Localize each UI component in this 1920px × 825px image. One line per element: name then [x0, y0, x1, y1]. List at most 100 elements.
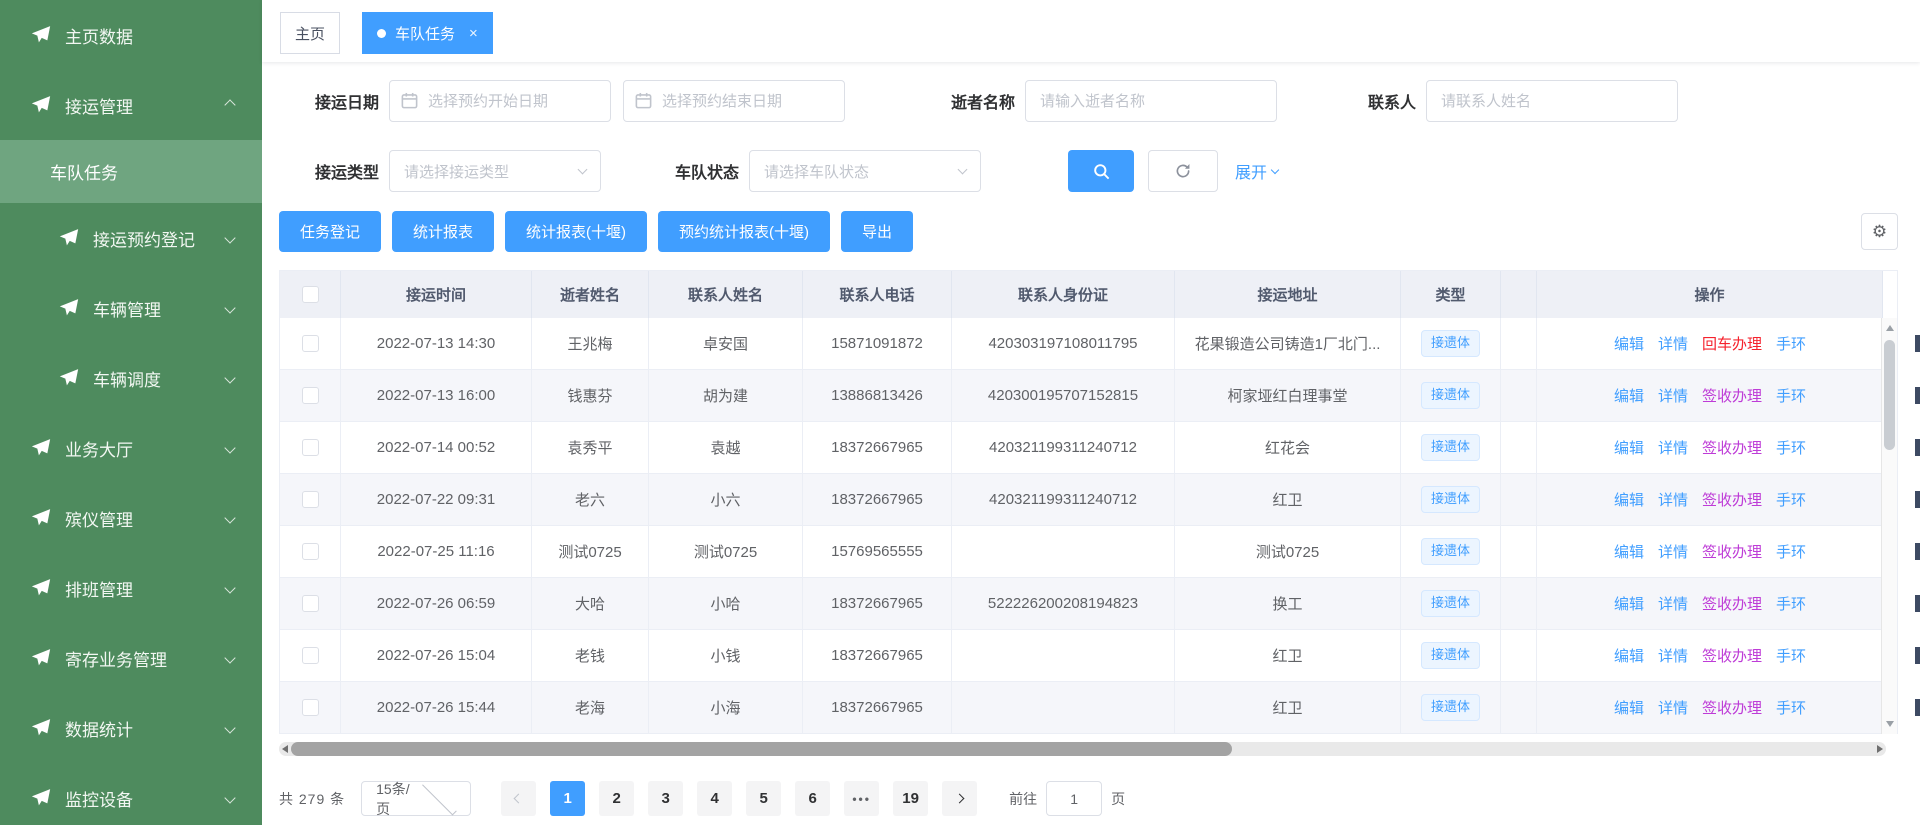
export-button[interactable]: 导出	[841, 211, 913, 252]
row-checkbox[interactable]	[302, 543, 319, 560]
contact-label: 联系人	[1352, 89, 1416, 113]
sign-off-link[interactable]: 签收办理	[1702, 593, 1762, 614]
edit-link[interactable]: 编辑	[1614, 697, 1644, 718]
stats-report-shiyan-button[interactable]: 统计报表(十堰)	[505, 211, 647, 252]
scroll-left-icon[interactable]	[282, 745, 288, 753]
page-button-1[interactable]: 1	[550, 781, 585, 816]
sidebar-item-data-statistics[interactable]: 数据统计	[0, 693, 262, 763]
deceased-name-input[interactable]	[1025, 80, 1277, 122]
sidebar-item-home-data[interactable]: 主页数据	[0, 0, 262, 70]
row-checkbox[interactable]	[302, 491, 319, 508]
refresh-button[interactable]	[1148, 150, 1218, 192]
sidebar-item-vehicle-management[interactable]: 车辆管理	[0, 273, 262, 343]
sidebar-item-vehicle-dispatch[interactable]: 车辆调度	[0, 343, 262, 413]
page-button-4[interactable]: 4	[697, 781, 732, 816]
edit-link[interactable]: 编辑	[1614, 645, 1644, 666]
details-link[interactable]: 详情	[1658, 697, 1688, 718]
deceased-name-cell: 测试0725	[532, 526, 649, 578]
horizontal-scroll-thumb[interactable]	[291, 742, 1232, 756]
sign-off-link[interactable]: 签收办理	[1702, 437, 1762, 458]
sidebar-item-monitoring-devices[interactable]: 监控设备	[0, 763, 262, 825]
return-vehicle-link[interactable]: 回车办理	[1702, 333, 1762, 354]
search-button[interactable]	[1068, 150, 1134, 192]
task-register-button[interactable]: 任务登记	[279, 211, 381, 252]
pickup-time-cell: 2022-07-13 16:00	[341, 370, 532, 422]
page-button-19[interactable]: 19	[893, 781, 928, 816]
pickup-start-date-input[interactable]	[389, 80, 611, 122]
select-all-checkbox[interactable]	[302, 286, 319, 303]
prev-page-button[interactable]	[501, 781, 536, 816]
pickup-type-select[interactable]: 请选择接运类型	[389, 150, 601, 192]
pickup-end-date-input[interactable]	[623, 80, 845, 122]
vertical-scrollbar[interactable]	[1881, 318, 1897, 734]
edit-link[interactable]: 编辑	[1614, 541, 1644, 562]
type-badge: 接遗体	[1421, 538, 1480, 564]
page-size-select[interactable]: 15条/页	[361, 781, 471, 816]
tab-fleet-tasks[interactable]: 车队任务×	[362, 12, 493, 54]
horizontal-scrollbar[interactable]	[279, 742, 1886, 756]
tab-home[interactable]: 主页	[280, 12, 340, 54]
column-settings-button[interactable]: ⚙	[1861, 213, 1898, 250]
details-link[interactable]: 详情	[1658, 541, 1688, 562]
details-link[interactable]: 详情	[1658, 645, 1688, 666]
scroll-down-icon[interactable]	[1886, 721, 1894, 727]
row-checkbox[interactable]	[302, 439, 319, 456]
edit-link[interactable]: 编辑	[1614, 437, 1644, 458]
sidebar-item-label: 数据统计	[65, 716, 133, 741]
row-checkbox[interactable]	[302, 647, 319, 664]
wristband-link[interactable]: 手环	[1776, 437, 1806, 458]
wristband-link[interactable]: 手环	[1776, 645, 1806, 666]
wristband-link[interactable]: 手环	[1776, 385, 1806, 406]
edit-link[interactable]: 编辑	[1614, 489, 1644, 510]
details-link[interactable]: 详情	[1658, 437, 1688, 458]
sign-off-link[interactable]: 签收办理	[1702, 697, 1762, 718]
sign-off-link[interactable]: 签收办理	[1702, 385, 1762, 406]
sidebar-item-transport-management[interactable]: 接运管理	[0, 70, 262, 140]
goto-unit-label: 页	[1111, 789, 1125, 809]
next-page-button[interactable]	[942, 781, 977, 816]
details-link[interactable]: 详情	[1658, 489, 1688, 510]
details-link[interactable]: 详情	[1658, 385, 1688, 406]
sidebar-item-business-hall[interactable]: 业务大厅	[0, 413, 262, 483]
page-button-5[interactable]: 5	[746, 781, 781, 816]
wristband-link[interactable]: 手环	[1776, 541, 1806, 562]
pickup-time-cell: 2022-07-26 15:04	[341, 630, 532, 682]
wristband-link[interactable]: 手环	[1776, 697, 1806, 718]
row-checkbox[interactable]	[302, 335, 319, 352]
wristband-link[interactable]: 手环	[1776, 333, 1806, 354]
stats-report-button[interactable]: 统计报表	[392, 211, 494, 252]
page-button-2[interactable]: 2	[599, 781, 634, 816]
sidebar-item-transport-reservation[interactable]: 接运预约登记	[0, 203, 262, 273]
page-button-3[interactable]: 3	[648, 781, 683, 816]
goto-page-input[interactable]	[1046, 781, 1102, 816]
pages-ellipsis-button[interactable]: •••	[844, 781, 879, 816]
contact-input[interactable]	[1426, 80, 1678, 122]
details-link[interactable]: 详情	[1658, 593, 1688, 614]
row-checkbox[interactable]	[302, 699, 319, 716]
sign-off-link[interactable]: 签收办理	[1702, 541, 1762, 562]
fleet-status-select[interactable]: 请选择车队状态	[749, 150, 981, 192]
sign-off-link[interactable]: 签收办理	[1702, 489, 1762, 510]
row-checkbox[interactable]	[302, 387, 319, 404]
wristband-link[interactable]: 手环	[1776, 489, 1806, 510]
details-link[interactable]: 详情	[1658, 333, 1688, 354]
page-button-6[interactable]: 6	[795, 781, 830, 816]
sidebar-item-fleet-tasks[interactable]: 车队任务	[0, 140, 262, 203]
edit-link[interactable]: 编辑	[1614, 593, 1644, 614]
scroll-right-icon[interactable]	[1877, 745, 1883, 753]
sidebar-item-shift-management[interactable]: 排班管理	[0, 553, 262, 623]
gear-icon: ⚙	[1872, 222, 1887, 242]
edit-link[interactable]: 编辑	[1614, 333, 1644, 354]
scroll-up-icon[interactable]	[1886, 325, 1894, 331]
wristband-link[interactable]: 手环	[1776, 593, 1806, 614]
sign-off-link[interactable]: 签收办理	[1702, 645, 1762, 666]
edit-link[interactable]: 编辑	[1614, 385, 1644, 406]
vertical-scroll-thumb[interactable]	[1884, 340, 1895, 450]
sidebar-item-storage-business[interactable]: 寄存业务管理	[0, 623, 262, 693]
row-checkbox[interactable]	[302, 595, 319, 612]
reservation-stats-report-shiyan-button[interactable]: 预约统计报表(十堰)	[658, 211, 830, 252]
contact-phone-cell: 18372667965	[803, 630, 952, 682]
sidebar-item-funeral-management[interactable]: 殡仪管理	[0, 483, 262, 553]
close-icon[interactable]: ×	[469, 26, 478, 41]
expand-link[interactable]: 展开	[1235, 159, 1278, 183]
